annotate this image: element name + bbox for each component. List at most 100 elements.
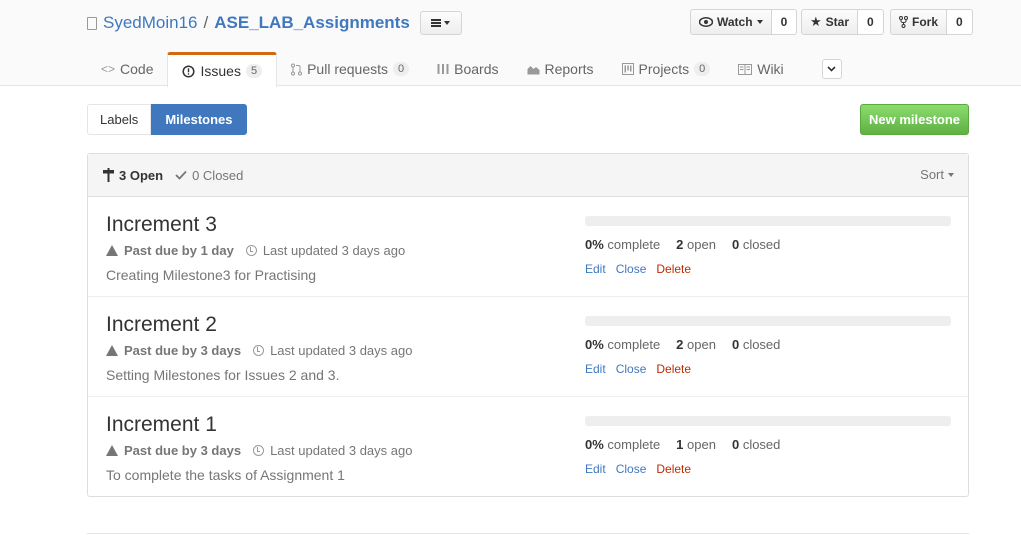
alert-icon [106,245,118,256]
tab-pull-requests[interactable]: Pull requests 0 [277,52,423,86]
graph-icon [527,65,539,74]
tab-code[interactable]: <> Code [87,52,167,86]
star-icon: ★ [810,14,822,29]
star-button[interactable]: ★ Star [801,9,858,35]
fork-button-group: Fork 0 [890,9,973,35]
edit-link[interactable]: Edit [585,362,606,376]
closed-issues-link[interactable]: 0 closed [732,437,780,452]
milestone-row: Increment 3 Past due by 1 day Last updat… [88,197,968,297]
closed-issues-link[interactable]: 0 closed [732,237,780,252]
tab-label: Pull requests [307,61,389,77]
projects-count-badge: 0 [694,62,711,76]
open-issues-link[interactable]: 2 open [676,237,716,252]
repo-name-link[interactable]: ASE_LAB_Assignments [214,13,410,33]
fork-icon [899,16,908,28]
milestone-row: Increment 1 Past due by 3 days Last upda… [88,397,968,496]
milestone-stats: 0% complete 2 open 0 closed [585,337,780,352]
fork-button[interactable]: Fork [890,9,948,35]
milestones-link[interactable]: Milestones [151,104,247,135]
labels-link[interactable]: Labels [87,104,152,135]
repo-title-row: SyedMoin16 / ASE_LAB_Assignments [87,10,462,36]
percent-complete: 0% complete [585,437,661,452]
caret-down-icon [444,21,451,25]
percent-complete: 0% complete [585,237,661,252]
milestone-last-updated: Last updated 3 days ago [270,443,413,458]
tab-boards[interactable]: Boards [423,52,512,86]
repo-menu-button[interactable] [419,11,462,35]
caret-down-icon [948,172,954,177]
issues-count-badge: 5 [245,64,263,78]
milestone-title-link[interactable]: Increment 2 [106,313,217,337]
fork-count[interactable]: 0 [947,9,973,35]
clock-icon [253,445,265,456]
milestone-meta: Past due by 3 days Last updated 3 days a… [106,443,412,458]
tab-reports[interactable]: Reports [513,52,608,86]
sort-dropdown[interactable]: Sort [920,167,954,182]
tab-label: Code [120,61,154,77]
close-link[interactable]: Close [616,462,647,476]
closed-count-label: 0 Closed [192,167,244,183]
edit-link[interactable]: Edit [585,462,606,476]
open-count-label: 3 Open [119,167,164,183]
milestone-stats: 0% complete 1 open 0 closed [585,437,780,452]
watch-label: Watch [717,15,753,29]
closed-filter[interactable]: 0 Closed [175,168,243,183]
milestone-description: Creating Milestone3 for Practising [106,267,317,283]
star-button-group: ★ Star 0 [801,9,884,35]
clock-icon [245,245,257,256]
open-filter[interactable]: 3 Open [103,168,163,183]
tab-label: Boards [454,61,499,77]
code-icon: <> [101,62,116,76]
tab-label: Projects [638,61,690,77]
milestone-title-link[interactable]: Increment 3 [106,213,217,237]
milestone-title-link[interactable]: Increment 1 [106,413,217,437]
clock-icon [253,345,265,356]
alert-icon [106,345,118,356]
milestones-list: 3 Open 0 Closed Sort Increment 3 Past du… [87,153,969,497]
delete-link[interactable]: Delete [656,262,691,276]
milestone-due-status: Past due by 3 days [124,343,242,358]
tab-issues[interactable]: Issues 5 [167,52,278,87]
tab-wiki[interactable]: Wiki [724,52,797,86]
milestone-meta: Past due by 3 days Last updated 3 days a… [106,343,412,358]
closed-issues-link[interactable]: 0 closed [732,337,780,352]
open-issues-link[interactable]: 2 open [676,337,716,352]
repo-path-separator: / [203,13,209,32]
sort-label: Sort [920,167,944,182]
milestones-list-header: 3 Open 0 Closed Sort [88,154,968,197]
milestone-description: To complete the tasks of Assignment 1 [106,467,345,483]
close-link[interactable]: Close [616,262,647,276]
watch-count[interactable]: 0 [771,9,798,35]
fork-label: Fork [912,15,939,29]
check-icon [175,170,187,180]
milestone-row: Increment 2 Past due by 3 days Last upda… [88,297,968,397]
close-link[interactable]: Close [616,362,647,376]
open-issues-link[interactable]: 1 open [676,437,716,452]
delete-link[interactable]: Delete [656,462,691,476]
footer-divider [87,533,969,534]
repo-icon [87,16,97,30]
new-milestone-button[interactable]: New milestone [860,104,969,135]
repo-nav-tabs: <> Code Issues 5 Pull requests 0 Boards … [87,52,842,87]
watch-button[interactable]: Watch [690,9,772,35]
tab-label: Wiki [757,61,784,77]
milestone-due-status: Past due by 1 day [124,243,234,258]
percent-complete: 0% complete [585,337,661,352]
milestone-stats: 0% complete 2 open 0 closed [585,237,780,252]
labels-milestones-switcher: Labels Milestones [87,104,247,135]
milestone-meta: Past due by 1 day Last updated 3 days ag… [106,243,405,258]
eye-icon [699,17,713,27]
milestone-actions: Edit Close Delete [585,362,691,376]
pull-requests-count-badge: 0 [393,62,410,76]
milestone-last-updated: Last updated 3 days ago [262,243,406,258]
more-tabs-button[interactable] [821,59,842,79]
repo-owner-link[interactable]: SyedMoin16 [103,13,198,33]
edit-link[interactable]: Edit [585,262,606,276]
delete-link[interactable]: Delete [656,362,691,376]
milestone-progress-bar [585,216,951,226]
project-icon [621,63,634,75]
book-icon [738,63,753,75]
milestone-icon [103,168,114,182]
tab-projects[interactable]: Projects 0 [608,52,725,86]
star-count[interactable]: 0 [858,9,884,35]
